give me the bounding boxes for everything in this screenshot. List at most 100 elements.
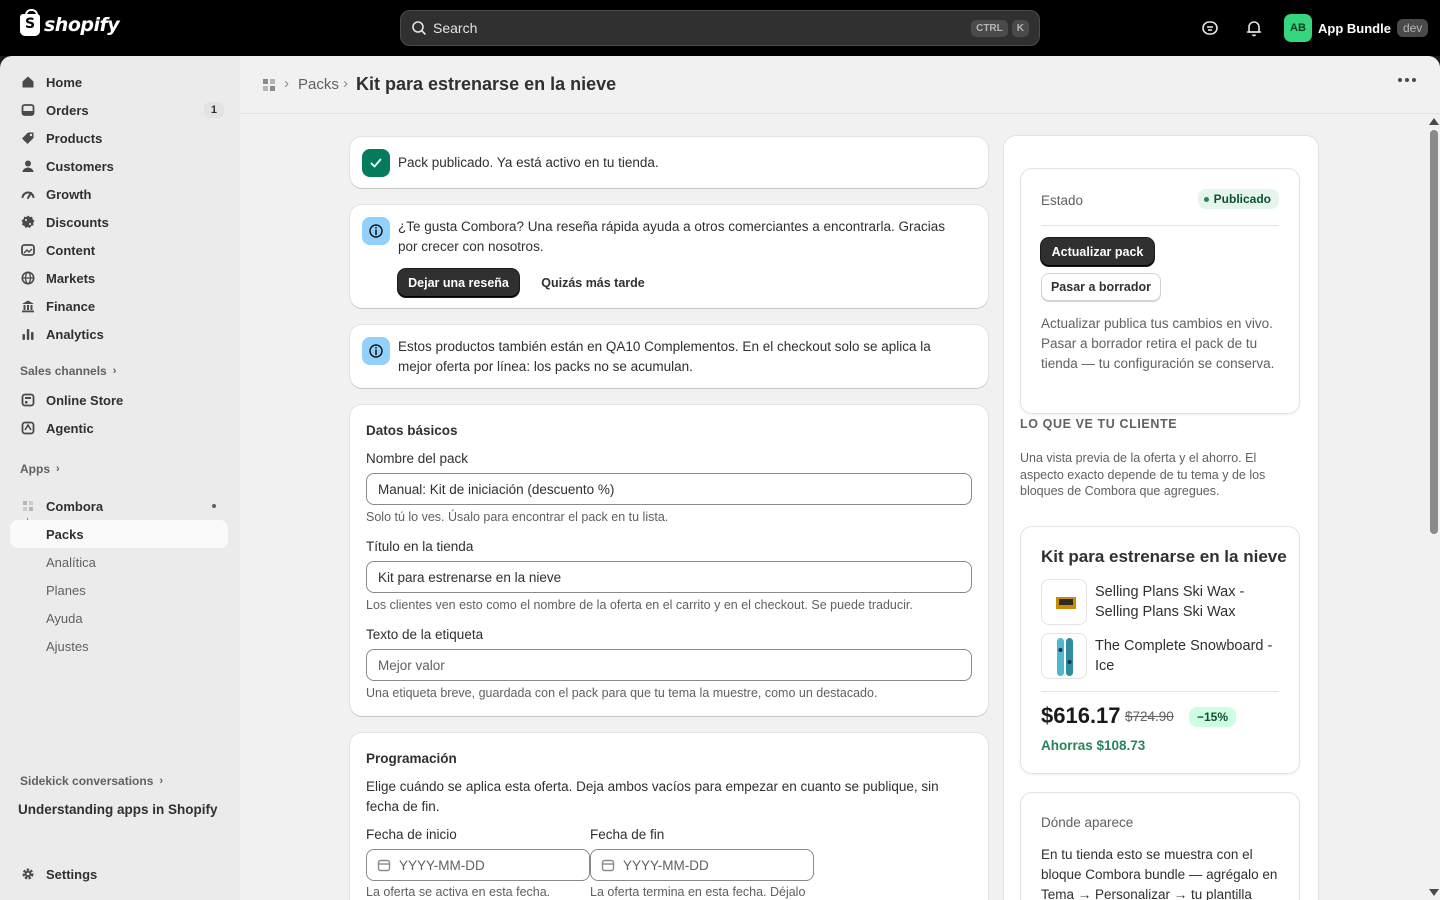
- search-input[interactable]: Search CTRL K: [400, 10, 1040, 46]
- dev-badge: dev: [1396, 19, 1429, 37]
- calendar-icon: [377, 859, 391, 872]
- section-label: Apps: [20, 462, 50, 476]
- app-grid-icon[interactable]: [262, 78, 276, 92]
- sidebar-item-products[interactable]: Products: [10, 124, 228, 152]
- sidebar-item-label: Combora: [46, 498, 104, 514]
- breadcrumb-separator: ›: [284, 75, 289, 92]
- sidebar-item-discounts[interactable]: Discounts: [10, 208, 228, 236]
- product-thumbnail: [1041, 579, 1087, 625]
- leave-review-button[interactable]: Dejar una reseña: [398, 269, 519, 297]
- sidebar-item-label: Packs: [46, 526, 84, 542]
- product-thumbnail: [1041, 633, 1087, 679]
- schedule-description: Elige cuándo se aplica esta oferta. Deja…: [366, 779, 939, 814]
- apps-heading[interactable]: Apps ›: [20, 462, 60, 476]
- preview-title: Kit para estrenarse en la nieve: [1041, 547, 1287, 566]
- sidebar-item-online-store[interactable]: Online Store: [10, 386, 228, 414]
- sidebar-sub-planes[interactable]: Planes: [10, 576, 228, 604]
- store-title-label: Título en la tienda: [366, 539, 474, 554]
- breadcrumb-separator: ›: [343, 75, 348, 92]
- sidebar-item-label: Analítica: [46, 554, 96, 570]
- discount-icon: [21, 215, 35, 228]
- sidebar-item-content[interactable]: Content: [10, 236, 228, 264]
- calendar-icon: [601, 859, 615, 872]
- preview-heading: LO QUE VE TU CLIENTE: [1020, 417, 1178, 431]
- start-date-input[interactable]: YYYY-MM-DD: [366, 849, 590, 881]
- sidebar-item-label: Markets: [46, 270, 96, 286]
- divider: [1041, 691, 1279, 692]
- preview-old-price: $724.90: [1125, 709, 1174, 724]
- status-note: Actualizar publica tus cambios en vivo. …: [1041, 316, 1275, 371]
- sidebar-item-label: Agentic: [46, 420, 94, 436]
- sidebar-item-markets[interactable]: Markets: [10, 264, 228, 292]
- gear-icon: [22, 868, 34, 880]
- section-title: Programación: [366, 751, 457, 766]
- preview-product-name: Selling Plans Ski Wax - Selling Plans Sk…: [1095, 584, 1245, 620]
- sidebar-item-customers[interactable]: Customers: [10, 152, 228, 180]
- end-date-input[interactable]: YYYY-MM-DD: [590, 849, 814, 881]
- sidebar-item-orders[interactable]: Orders 1: [10, 96, 228, 124]
- more-actions-icon[interactable]: [1398, 78, 1416, 82]
- sidebar-item-label: Settings: [46, 866, 98, 882]
- review-message: ¿Te gusta Combora? Una reseña rápida ayu…: [398, 219, 946, 254]
- scrollbar[interactable]: [1426, 114, 1440, 900]
- shopify-bag-icon: [20, 9, 40, 36]
- sidekick-conversation-item[interactable]: Understanding apps in Shopify: [18, 802, 218, 817]
- sidebar-item-finance[interactable]: Finance: [10, 292, 228, 320]
- preview-description: Una vista previa de la oferta y el ahorr…: [1020, 451, 1266, 498]
- move-to-draft-button[interactable]: Pasar a borrador: [1041, 273, 1161, 301]
- sidebar-item-label: Analytics: [46, 326, 104, 342]
- offer-preview-card: Kit para estrenarse en la nieve Selling …: [1020, 526, 1300, 774]
- preview-product-name: The Complete Snowboard - Ice: [1095, 638, 1273, 674]
- sidebar-item-settings[interactable]: Settings: [10, 860, 228, 888]
- orders-icon: [21, 104, 35, 116]
- shopify-logo[interactable]: shopify: [20, 9, 120, 36]
- store-title-help: Los clientes ven esto como el nombre de …: [366, 598, 913, 612]
- info-icon: [362, 337, 390, 365]
- sidebar-sub-ayuda[interactable]: Ayuda: [10, 604, 228, 632]
- schedule-card: Programación Elige cuándo se aplica esta…: [350, 733, 988, 900]
- pack-name-input[interactable]: Manual: Kit de iniciación (descuento %): [366, 473, 972, 505]
- success-banner: Pack publicado. Ya está activo en tu tie…: [350, 137, 988, 188]
- sidebar-item-home[interactable]: Home: [10, 68, 228, 96]
- tag-text-label: Texto de la etiqueta: [366, 627, 484, 642]
- sidebar-item-agentic[interactable]: Agentic: [10, 414, 228, 442]
- start-date-help: La oferta se activa en esta fecha.: [366, 885, 551, 899]
- where-text: En tu tienda esto se muestra con el bloq…: [1041, 847, 1278, 900]
- sidebar-item-label: Customers: [46, 158, 114, 174]
- sidebar-item-label: Products: [46, 130, 103, 146]
- tag-text-input[interactable]: Mejor valor: [366, 649, 972, 681]
- sidebar-item-label: Growth: [46, 186, 92, 202]
- avatar: AB: [1284, 14, 1312, 42]
- section-label: Sidekick conversations: [20, 774, 154, 788]
- sidebar-item-analytics[interactable]: Analytics: [10, 320, 228, 348]
- store-menu[interactable]: AB App Bundle dev: [1284, 14, 1429, 42]
- sidebar-item-label: Orders: [46, 102, 89, 118]
- sidebar-item-growth[interactable]: Growth: [10, 180, 228, 208]
- scroll-up-icon[interactable]: [1429, 118, 1439, 125]
- scroll-thumb[interactable]: [1430, 130, 1438, 534]
- scroll-down-icon[interactable]: [1429, 889, 1439, 896]
- orders-count-badge: 1: [203, 102, 224, 118]
- sidekick-heading[interactable]: Sidekick conversations ›: [20, 774, 163, 788]
- gauge-icon: [21, 191, 35, 199]
- store-title-input[interactable]: Kit para estrenarse en la nieve: [366, 561, 972, 593]
- sales-channels-heading[interactable]: Sales channels ›: [20, 364, 116, 378]
- store-icon: [21, 393, 35, 407]
- bell-icon[interactable]: [1244, 18, 1264, 38]
- discount-badge: −15%: [1189, 707, 1237, 727]
- checkmark-icon: [362, 149, 390, 177]
- sidekick-icon[interactable]: [1200, 18, 1220, 38]
- sidebar-item-combora[interactable]: Combora: [10, 492, 228, 520]
- sidebar-sub-analitica[interactable]: Analítica: [10, 548, 228, 576]
- sidebar-sub-ajustes[interactable]: Ajustes: [10, 632, 228, 660]
- update-pack-button[interactable]: Actualizar pack: [1041, 238, 1154, 266]
- breadcrumb[interactable]: Packs: [298, 76, 339, 93]
- bar-chart-icon: [22, 329, 34, 340]
- sidebar-sub-packs[interactable]: Packs: [10, 520, 228, 548]
- preview-savings: Ahorras $108.73: [1041, 738, 1146, 753]
- divider: [1041, 225, 1279, 226]
- sidebar-item-label: Planes: [46, 582, 86, 598]
- maybe-later-button[interactable]: Quizás más tarde: [534, 269, 652, 297]
- page-header: › Packs › Kit para estrenarse en la niev…: [240, 56, 1440, 114]
- search-placeholder: Search: [433, 20, 478, 36]
